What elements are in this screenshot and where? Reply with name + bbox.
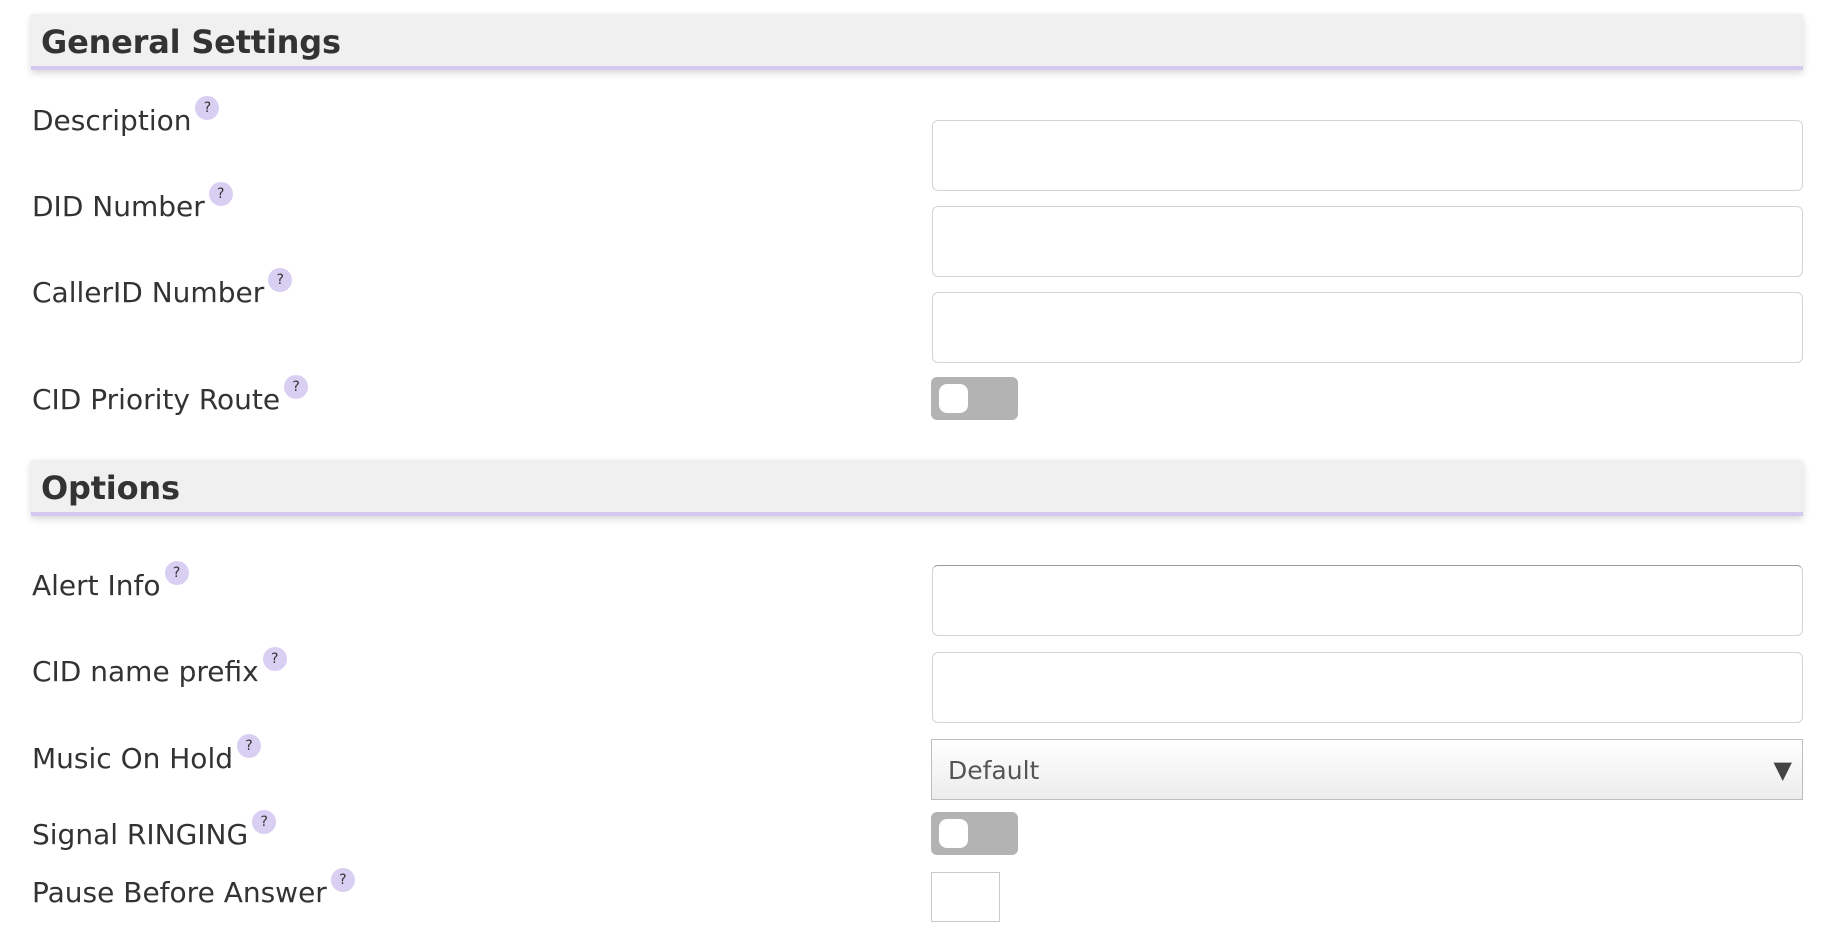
- toggle-knob: [939, 384, 968, 413]
- signal-ringing-label: Signal RINGING: [32, 818, 249, 851]
- callerid-number-help-icon[interactable]: ?: [268, 268, 293, 292]
- music-on-hold-selected-value: Default: [948, 756, 1040, 785]
- music-on-hold-help-icon[interactable]: ?: [237, 734, 261, 758]
- did-number-label: DID Number: [32, 190, 205, 223]
- did-number-help-icon[interactable]: ?: [208, 182, 233, 206]
- cid-name-prefix-label: CID name prefix: [32, 655, 259, 688]
- description-label: Description: [32, 104, 192, 137]
- music-on-hold-select[interactable]: Default ▼: [931, 739, 1803, 800]
- cid-name-prefix-input[interactable]: [932, 652, 1803, 723]
- cid-priority-route-label: CID Priority Route: [32, 383, 281, 416]
- alert-info-input[interactable]: [932, 565, 1803, 636]
- signal-ringing-label-row: Signal RINGING ?: [32, 810, 277, 851]
- signal-ringing-toggle[interactable]: [931, 812, 1018, 855]
- alert-info-label-row: Alert Info ?: [32, 561, 189, 602]
- pause-before-answer-input[interactable]: [931, 872, 1000, 922]
- callerid-number-input[interactable]: [932, 292, 1803, 363]
- cid-priority-route-help-icon[interactable]: ?: [284, 375, 309, 399]
- pause-before-answer-label: Pause Before Answer: [32, 876, 327, 909]
- pause-before-answer-help-icon[interactable]: ?: [330, 868, 355, 892]
- toggle-knob: [939, 819, 968, 848]
- music-on-hold-label-row: Music On Hold ?: [32, 734, 261, 775]
- options-header: Options: [31, 460, 1803, 516]
- cid-priority-route-toggle[interactable]: [931, 377, 1018, 420]
- did-number-input[interactable]: [932, 206, 1803, 277]
- general-settings-title: General Settings: [41, 23, 341, 61]
- callerid-number-label-row: CallerID Number ?: [32, 268, 293, 309]
- description-input[interactable]: [932, 120, 1803, 191]
- options-title: Options: [41, 469, 180, 507]
- triangle-down-icon: ▼: [1773, 756, 1792, 784]
- signal-ringing-help-icon[interactable]: ?: [252, 810, 277, 834]
- general-settings-header: General Settings: [31, 14, 1803, 70]
- did-number-label-row: DID Number ?: [32, 182, 233, 223]
- description-label-row: Description ?: [32, 96, 220, 137]
- alert-info-label: Alert Info: [32, 569, 161, 602]
- cid-name-prefix-label-row: CID name prefix ?: [32, 647, 287, 688]
- pause-before-answer-label-row: Pause Before Answer ?: [32, 868, 355, 909]
- callerid-number-label: CallerID Number: [32, 276, 265, 309]
- alert-info-help-icon[interactable]: ?: [164, 561, 189, 585]
- page: General Settings Description ? DID Numbe…: [0, 0, 1828, 942]
- description-help-icon[interactable]: ?: [195, 96, 220, 120]
- cid-priority-route-label-row: CID Priority Route ?: [32, 375, 309, 416]
- cid-name-prefix-help-icon[interactable]: ?: [262, 647, 287, 671]
- music-on-hold-label: Music On Hold: [32, 742, 233, 775]
